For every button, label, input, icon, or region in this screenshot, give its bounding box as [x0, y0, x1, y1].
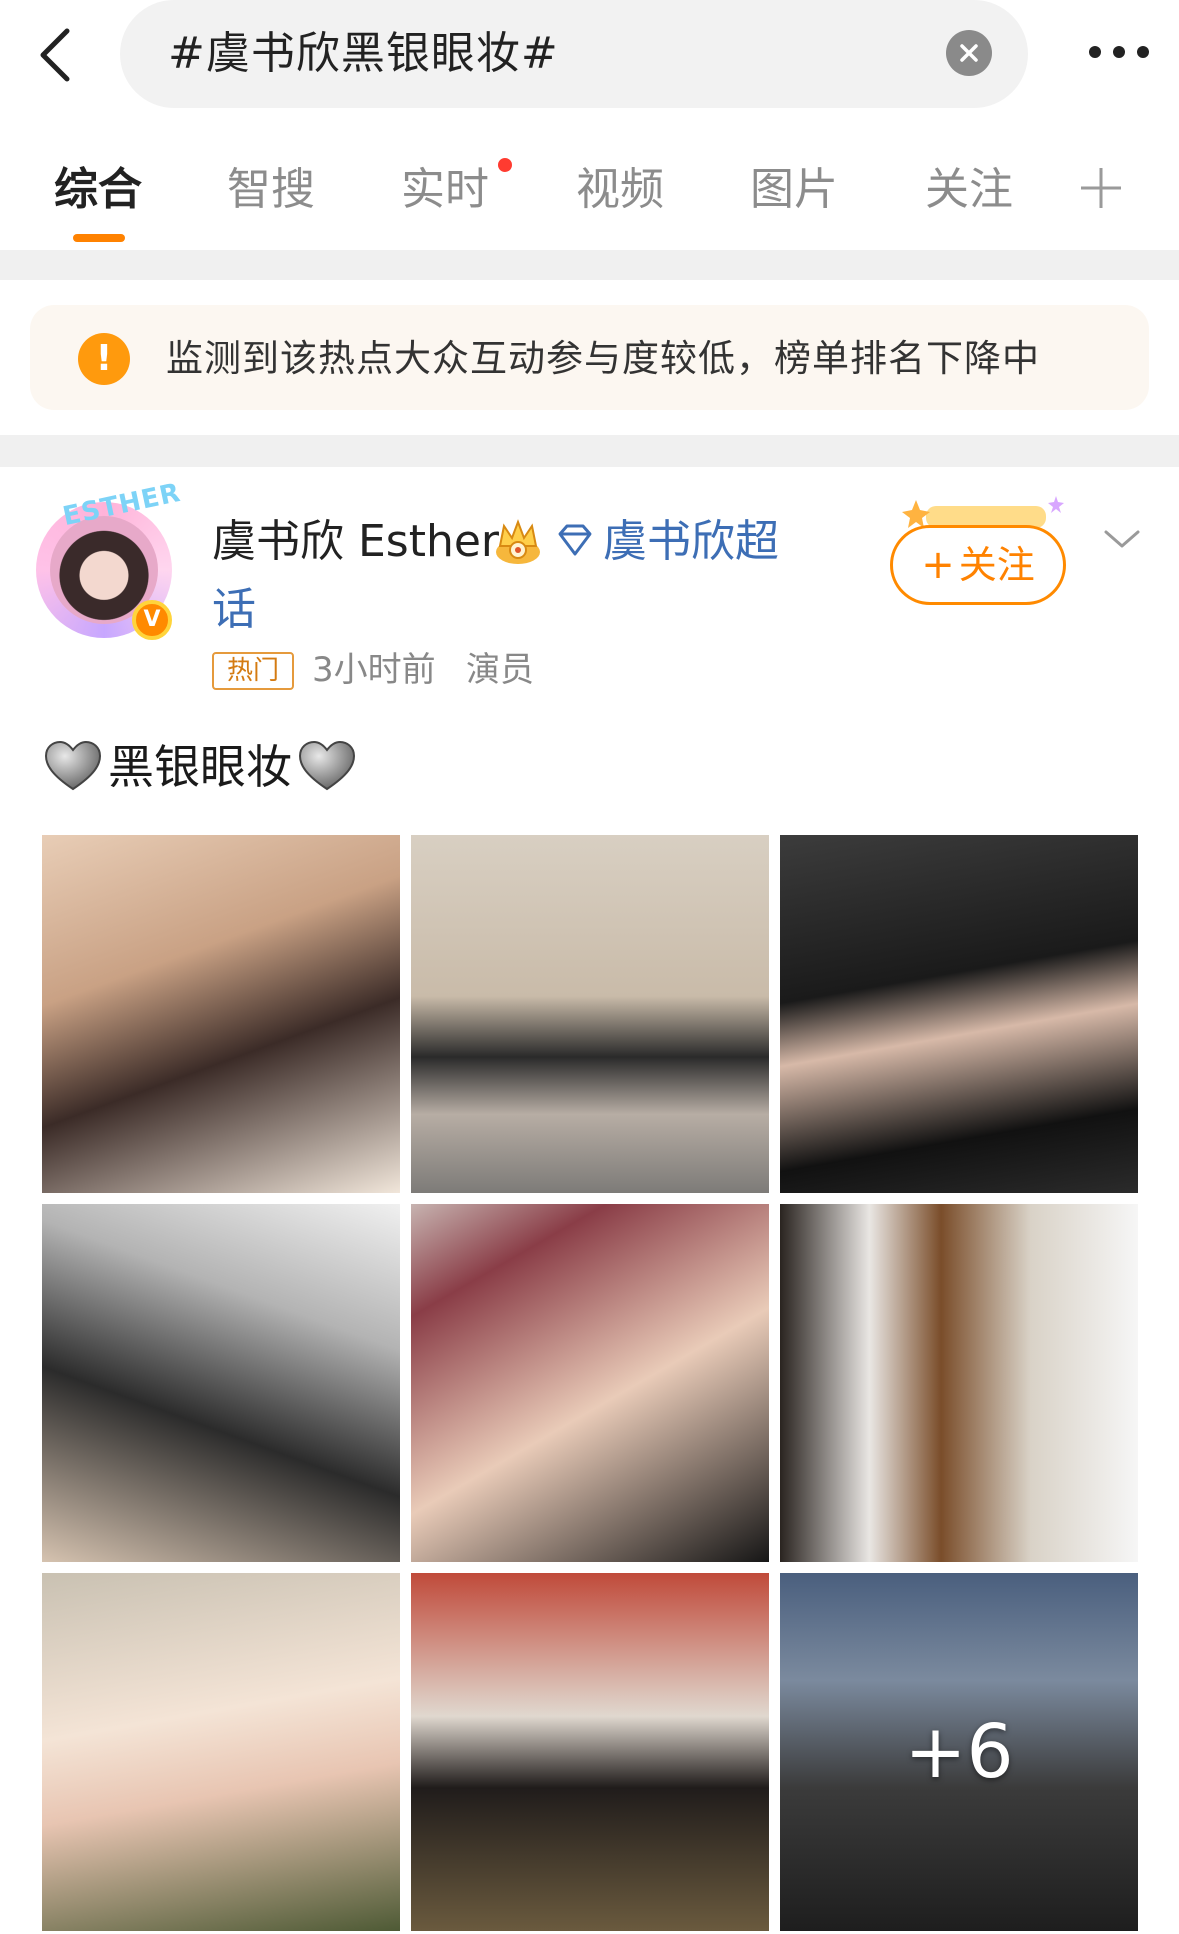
photo-thumbnail[interactable]: [780, 835, 1138, 1193]
clear-icon: [960, 44, 978, 62]
verified-badge: V: [132, 600, 172, 640]
add-tab-button[interactable]: [1076, 158, 1126, 218]
supertopic-link-cont[interactable]: 话: [212, 580, 256, 640]
notice-banner: ! 监测到该热点大众互动参与度较低，榜单排名下降中: [30, 305, 1149, 410]
silver-heart-icon: [298, 740, 356, 791]
avatar[interactable]: ESTHER V: [36, 478, 184, 640]
follow-label: 关注: [958, 543, 1035, 587]
photo-thumbnail[interactable]: [42, 835, 400, 1193]
tab-video[interactable]: 视频: [576, 160, 664, 220]
crown-icon: [496, 519, 540, 564]
post-text-content: 黑银眼妆: [108, 740, 292, 794]
back-button[interactable]: [30, 22, 80, 88]
top-bar: #虞书欣黑银眼妆#: [0, 0, 1179, 110]
tab-images[interactable]: 图片: [750, 160, 838, 220]
back-arrow-icon: [40, 28, 70, 82]
divider: [0, 435, 1179, 467]
post-time: 3小时前: [312, 650, 436, 690]
supertopic-link[interactable]: 虞书欣超: [603, 512, 779, 572]
clear-button[interactable]: [946, 30, 992, 76]
divider: [0, 250, 1179, 280]
photo-thumbnail[interactable]: [411, 835, 769, 1193]
author-role: 演员: [466, 650, 534, 690]
photo-thumbnail[interactable]: [780, 1204, 1138, 1562]
post-text: 黑银眼妆: [44, 734, 356, 800]
realtime-dot: [498, 158, 512, 172]
tab-bar: 综合 智搜 实时 视频 图片 关注: [0, 130, 1179, 250]
author-name[interactable]: 虞书欣 Esther: [212, 512, 499, 572]
photo-thumbnail[interactable]: [42, 1573, 400, 1931]
silver-heart-icon: [44, 740, 102, 791]
chevron-down-icon[interactable]: [1100, 522, 1144, 556]
tab-comprehensive[interactable]: 综合: [54, 160, 142, 220]
search-input[interactable]: #虞书欣黑银眼妆#: [120, 0, 1028, 108]
follow-button[interactable]: + 关注: [890, 525, 1066, 605]
photo-thumbnail[interactable]: [411, 1204, 769, 1562]
tab-following[interactable]: 关注: [925, 160, 1013, 220]
photo-thumbnail[interactable]: [42, 1204, 400, 1562]
warning-icon: !: [78, 333, 130, 385]
diamond-icon: [558, 524, 592, 556]
tab-realtime[interactable]: 实时: [401, 160, 489, 220]
photo-thumbnail[interactable]: [411, 1573, 769, 1931]
active-tab-indicator: [73, 234, 125, 242]
notice-text: 监测到该热点大众互动参与度较低，榜单排名下降中: [166, 337, 1040, 380]
search-query: #虞书欣黑银眼妆#: [168, 28, 559, 79]
tab-smart-search[interactable]: 智搜: [227, 160, 315, 220]
photo-thumbnail-more[interactable]: +6: [780, 1573, 1138, 1931]
more-icon: [1089, 46, 1101, 58]
hot-badge: 热门: [212, 652, 294, 690]
more-button[interactable]: [1064, 30, 1174, 74]
follow-plus: +: [921, 542, 955, 588]
more-photos-count: +6: [904, 1709, 1014, 1795]
plus-icon: [1081, 168, 1121, 208]
